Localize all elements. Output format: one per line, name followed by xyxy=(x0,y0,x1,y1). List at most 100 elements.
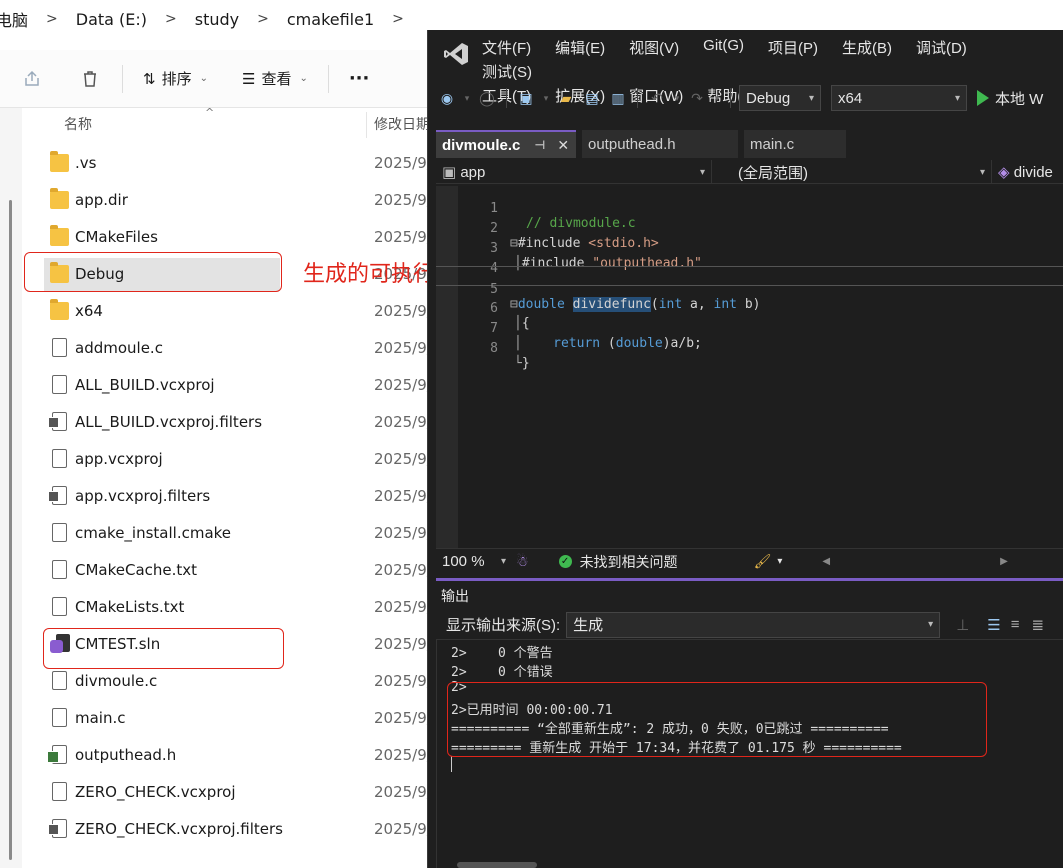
file-row[interactable]: ZERO_CHECK.vcxproj.filters 2025/9/ xyxy=(22,811,442,848)
file-row[interactable]: main.c 2025/9/ xyxy=(22,700,442,737)
configuration-dropdown[interactable]: Debug ▾ xyxy=(739,85,821,111)
close-icon[interactable]: ✕ xyxy=(557,137,569,154)
file-row[interactable]: CMakeLists.txt 2025/9/ xyxy=(22,589,442,626)
chevron-down-icon[interactable]: ▾ xyxy=(672,87,682,109)
document-tab[interactable]: main.c xyxy=(744,130,846,158)
menu-item[interactable]: 文件(F) xyxy=(482,34,543,58)
scope-dropdown[interactable]: (全局范围) ▾ xyxy=(712,160,992,184)
tab-label: divmoule.c xyxy=(442,136,521,154)
chevron-right-icon[interactable]: > xyxy=(386,11,410,27)
document-icon xyxy=(52,375,67,394)
brush-icon[interactable]: 🖌 xyxy=(754,553,772,570)
file-date: 2025/9/ xyxy=(374,598,432,616)
sort-button[interactable]: ⇅ 排序 ⌄ xyxy=(131,61,220,97)
word-wrap-icon[interactable]: ≣ xyxy=(1031,616,1044,634)
find-message-icon[interactable]: ⊥ xyxy=(956,616,969,634)
chevron-down-icon[interactable]: ▾ xyxy=(462,87,472,109)
panel-divider[interactable] xyxy=(436,578,1063,581)
document-tab[interactable]: outputhead.h xyxy=(582,130,738,158)
navigation-bar: ▣ app ▾ (全局范围) ▾ ◈ divide xyxy=(436,160,1063,184)
chevron-down-icon: ▾ xyxy=(979,166,985,178)
document-tab[interactable]: divmoule.c ⊣ ✕ xyxy=(436,130,576,158)
output-line: 2> 0 个错误 xyxy=(451,665,553,680)
file-row[interactable]: cmake_install.cmake 2025/9/ xyxy=(22,515,442,552)
menu-item[interactable]: 项目(P) xyxy=(768,34,830,58)
view-button[interactable]: ☰ 查看 ⌄ xyxy=(230,61,320,97)
navigation-scrollbar[interactable] xyxy=(9,200,12,860)
file-row[interactable]: x64 2025/9/ xyxy=(22,293,442,330)
undo-icon[interactable]: ↶ xyxy=(646,87,668,109)
copilot-icon[interactable]: ☃ xyxy=(516,553,529,570)
output-source-row: 显示输出来源(S): 生成 ▾ ⊥ ☰ ≡ ≣ xyxy=(436,610,1063,640)
align-left-icon[interactable]: ☰ xyxy=(987,616,1000,634)
file-date: 2025/9/ xyxy=(374,376,432,394)
menu-item[interactable]: 生成(B) xyxy=(842,34,904,58)
output-source-label: 显示输出来源(S): xyxy=(446,617,561,634)
scroll-right-icon[interactable]: ▶ xyxy=(1000,556,1008,567)
new-project-icon[interactable]: ▣ xyxy=(515,87,537,109)
file-date: 2025/9/ xyxy=(374,635,432,653)
code-line: 2 ⊟#include <stdio.h> xyxy=(436,206,1063,251)
column-header-name[interactable]: 名称 xyxy=(64,114,92,134)
file-row[interactable]: ZERO_CHECK.vcxproj 2025/9/ xyxy=(22,774,442,811)
column-header-date[interactable]: 修改日期 xyxy=(374,114,430,134)
folder-icon xyxy=(50,188,69,209)
file-row[interactable]: app.dir 2025/9/ xyxy=(22,182,442,219)
chevron-right-icon: > xyxy=(165,11,177,27)
menu-item[interactable]: 调试(D) xyxy=(916,34,979,58)
output-source-dropdown[interactable]: 生成 ▾ xyxy=(566,611,941,638)
menu-item[interactable]: 测试(S) xyxy=(482,58,544,82)
code-editor[interactable]: 1 // divmodule.c 2 ⊟#include <stdio.h> 3… xyxy=(436,186,1063,548)
code-line-current: 5 ⊟double dividefunc(int a, int b) xyxy=(436,266,1063,312)
breadcrumb-item-cmakefile1[interactable]: cmakefile1 xyxy=(275,10,386,29)
member-dropdown[interactable]: ◈ divide xyxy=(992,160,1063,184)
chevron-down-icon[interactable]: ▾ xyxy=(712,87,722,109)
column-divider[interactable] xyxy=(366,112,367,138)
file-name: x64 xyxy=(75,302,103,320)
menu-item[interactable]: 视图(V) xyxy=(629,34,691,58)
file-row[interactable]: ALL_BUILD.vcxproj 2025/9/ xyxy=(22,367,442,404)
delete-icon[interactable] xyxy=(72,61,108,97)
project-file-icon xyxy=(48,819,67,838)
navigate-forward-icon[interactable]: ◯ xyxy=(476,87,498,109)
open-folder-icon[interactable]: ▰ xyxy=(555,87,577,109)
zoom-dropdown[interactable]: 100 % ▾ xyxy=(436,548,512,575)
file-row[interactable]: app.vcxproj 2025/9/ xyxy=(22,441,442,478)
file-row[interactable]: CMakeCache.txt 2025/9/ xyxy=(22,552,442,589)
redo-icon[interactable]: ↷ xyxy=(686,87,708,109)
navigate-back-icon[interactable]: ◉ xyxy=(436,87,458,109)
cube-icon: ◈ xyxy=(998,164,1014,181)
file-row[interactable]: addmoule.c 2025/9/ xyxy=(22,330,442,367)
menu-item[interactable]: 编辑(E) xyxy=(555,34,617,58)
project-dropdown[interactable]: ▣ app ▾ xyxy=(436,160,712,184)
code-line: 4 xyxy=(436,246,1063,276)
chevron-down-icon[interactable]: ▾ xyxy=(541,87,551,109)
share-icon[interactable] xyxy=(14,61,50,97)
save-icon[interactable]: ▤ xyxy=(581,87,603,109)
file-row[interactable]: outputhead.h 2025/9/ xyxy=(22,737,442,774)
chevron-down-icon[interactable]: ▾ xyxy=(777,556,782,567)
scroll-left-icon[interactable]: ◀ xyxy=(822,556,830,567)
menu-item[interactable]: Git(G) xyxy=(703,34,756,58)
issues-status[interactable]: 未找到相关问题 xyxy=(580,552,678,572)
file-name: addmoule.c xyxy=(75,339,163,357)
file-row[interactable]: ALL_BUILD.vcxproj.filters 2025/9/ xyxy=(22,404,442,441)
pin-icon[interactable]: ⊣ xyxy=(534,138,545,152)
file-name: main.c xyxy=(75,709,126,727)
horizontal-scrollbar[interactable] xyxy=(457,862,537,868)
file-name: ALL_BUILD.vcxproj.filters xyxy=(75,413,263,431)
tab-label: main.c xyxy=(750,135,795,153)
breadcrumb-item-pc[interactable]: 电脑 xyxy=(0,7,40,31)
file-row[interactable]: app.vcxproj.filters 2025/9/ xyxy=(22,478,442,515)
more-options-button[interactable]: ··· xyxy=(337,61,382,97)
file-row[interactable]: CMakeFiles 2025/9/ xyxy=(22,219,442,256)
file-date: 2025/9/ xyxy=(374,672,432,690)
breadcrumb-item-drive[interactable]: Data (E:) xyxy=(64,10,159,29)
file-row[interactable]: .vs 2025/9/ xyxy=(22,145,442,182)
file-date: 2025/9/ xyxy=(374,339,432,357)
breadcrumb-item-study[interactable]: study xyxy=(183,10,251,29)
run-button[interactable]: 本地 W xyxy=(977,88,1043,109)
platform-dropdown[interactable]: x64 ▾ xyxy=(831,85,967,111)
clear-all-icon[interactable]: ≡ xyxy=(1011,616,1020,633)
save-all-icon[interactable]: ▥ xyxy=(607,87,629,109)
